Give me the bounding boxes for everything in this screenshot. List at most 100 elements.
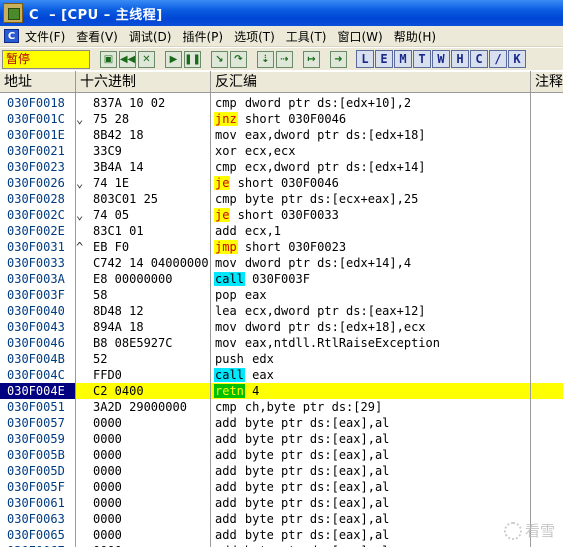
row-address[interactable]: 030F0021 [0, 143, 75, 159]
instruction-row[interactable]: 030F0018 837A 10 02 cmp dword ptr ds:[edx+… [0, 95, 563, 111]
row-comment[interactable] [532, 175, 563, 191]
row-address[interactable]: 030F0023 [0, 159, 75, 175]
row-disassembly[interactable]: add byte ptr ds:[eax],al [214, 463, 529, 479]
row-address[interactable]: 030F002C [0, 207, 75, 223]
row-hex-bytes[interactable]: EB F0 [93, 239, 211, 255]
row-hex-bytes[interactable]: 58 [93, 287, 211, 303]
row-hex-bytes[interactable]: 0000 [93, 511, 211, 527]
row-comment[interactable] [532, 159, 563, 175]
instruction-row[interactable]: 030F002E 83C1 01 add ecx,1 [0, 223, 563, 239]
row-comment[interactable] [532, 223, 563, 239]
row-comment[interactable] [532, 127, 563, 143]
row-disassembly[interactable]: add byte ptr ds:[eax],al [214, 415, 529, 431]
instruction-row[interactable]: 030F004E C2 0400 retn 4 [0, 383, 563, 399]
row-hex-bytes[interactable]: 0000 [93, 463, 211, 479]
trace-over-icon[interactable]: ⇢ [276, 50, 293, 68]
row-hex-bytes[interactable]: 0000 [93, 431, 211, 447]
menu-file[interactable]: 文件(F) [25, 28, 65, 45]
row-address[interactable]: 030F001C [0, 111, 75, 127]
row-hex-bytes[interactable]: 83C1 01 [93, 223, 211, 239]
step-into-icon[interactable]: ↘ [211, 50, 228, 68]
menu-tools[interactable]: 工具(T) [286, 28, 327, 45]
restart-icon[interactable]: ◀◀ [119, 50, 136, 68]
instruction-row[interactable]: 030F0031 ^ EB F0 jmp short 030F0023 [0, 239, 563, 255]
menu-debug[interactable]: 调试(D) [129, 28, 172, 45]
instruction-row[interactable]: 030F001C ⌄ 75 28 jnz short 030F0046 [0, 111, 563, 127]
row-comment[interactable] [532, 239, 563, 255]
instruction-row[interactable]: 030F001E 8B42 18 mov eax,dword ptr ds:[edx… [0, 127, 563, 143]
modules-window-button[interactable]: E [375, 50, 393, 68]
row-hex-bytes[interactable]: 75 28 [93, 111, 211, 127]
menu-view[interactable]: 查看(V) [76, 28, 118, 45]
row-disassembly[interactable]: mov eax,ntdll.RtlRaiseException [214, 335, 529, 351]
menu-help[interactable]: 帮助(H) [394, 28, 436, 45]
instruction-row[interactable]: 030F004C FFD0 call eax [0, 367, 563, 383]
instruction-row[interactable]: 030F0023 3B4A 14 cmp ecx,dword ptr ds:[edx… [0, 159, 563, 175]
row-comment[interactable] [532, 543, 563, 547]
step-over-icon[interactable]: ↷ [230, 50, 247, 68]
row-address[interactable]: 030F004E [0, 383, 75, 399]
instruction-row[interactable]: 030F0033 C742 14 04000000 mov dword ptr ds… [0, 255, 563, 271]
instruction-row[interactable]: 030F0051 3A2D 29000000 cmp ch,byte ptr ds:… [0, 399, 563, 415]
row-hex-bytes[interactable]: 803C01 25 [93, 191, 211, 207]
row-comment[interactable] [532, 351, 563, 367]
row-disassembly[interactable]: lea ecx,dword ptr ds:[eax+12] [214, 303, 529, 319]
row-address[interactable]: 030F003F [0, 287, 75, 303]
row-address[interactable]: 030F003A [0, 271, 75, 287]
instruction-row[interactable]: 030F004B 52 push edx [0, 351, 563, 367]
disassembly-pane[interactable]: 030F0018 837A 10 02 cmp dword ptr ds:[edx+… [0, 94, 563, 547]
threads-window-button[interactable]: T [413, 50, 431, 68]
row-address[interactable]: 030F0063 [0, 511, 75, 527]
menu-options[interactable]: 选项(T) [234, 28, 275, 45]
instruction-row[interactable]: 030F005F 0000 add byte ptr ds:[eax],al [0, 479, 563, 495]
row-hex-bytes[interactable]: 74 1E [93, 175, 211, 191]
row-hex-bytes[interactable]: 33C9 [93, 143, 211, 159]
row-disassembly[interactable]: xor ecx,ecx [214, 143, 529, 159]
row-comment[interactable] [532, 367, 563, 383]
instruction-row[interactable]: 030F0065 0000 add byte ptr ds:[eax],al [0, 527, 563, 543]
row-hex-bytes[interactable]: 0000 [93, 543, 211, 547]
row-address[interactable]: 030F005B [0, 447, 75, 463]
open-icon[interactable]: ▣ [100, 50, 117, 68]
row-hex-bytes[interactable]: C2 0400 [93, 383, 211, 399]
row-address[interactable]: 030F0046 [0, 335, 75, 351]
row-disassembly[interactable]: add byte ptr ds:[eax],al [214, 495, 529, 511]
row-comment[interactable] [532, 191, 563, 207]
instruction-row[interactable]: 030F0040 8D48 12 lea ecx,dword ptr ds:[eax… [0, 303, 563, 319]
row-address[interactable]: 030F001E [0, 127, 75, 143]
row-disassembly[interactable]: push edx [214, 351, 529, 367]
row-disassembly[interactable]: je short 030F0033 [214, 207, 529, 223]
row-disassembly[interactable]: add byte ptr ds:[eax],al [214, 447, 529, 463]
row-disassembly[interactable]: retn 4 [214, 383, 529, 399]
instruction-row[interactable]: 030F003A E8 00000000 call 030F003F [0, 271, 563, 287]
row-comment[interactable] [532, 383, 563, 399]
instruction-row[interactable]: 030F003F 58 pop eax [0, 287, 563, 303]
row-comment[interactable] [532, 111, 563, 127]
row-disassembly[interactable]: jmp short 030F0023 [214, 239, 529, 255]
row-comment[interactable] [532, 319, 563, 335]
system-menu-icon[interactable]: C [4, 29, 19, 43]
row-disassembly[interactable]: add byte ptr ds:[eax],al [214, 543, 529, 547]
row-disassembly[interactable]: cmp ecx,dword ptr ds:[edx+14] [214, 159, 529, 175]
patches-window-button[interactable]: / [489, 50, 507, 68]
row-comment[interactable] [532, 95, 563, 111]
instruction-row[interactable]: 030F005B 0000 add byte ptr ds:[eax],al [0, 447, 563, 463]
instruction-row[interactable]: 030F0021 33C9 xor ecx,ecx [0, 143, 563, 159]
row-address[interactable]: 030F0031 [0, 239, 75, 255]
memory-window-button[interactable]: M [394, 50, 412, 68]
row-comment[interactable] [532, 271, 563, 287]
row-comment[interactable] [532, 463, 563, 479]
header-hex[interactable]: 十六进制 [76, 72, 211, 93]
row-comment[interactable] [532, 207, 563, 223]
row-comment[interactable] [532, 399, 563, 415]
instruction-row[interactable]: 030F0063 0000 add byte ptr ds:[eax],al [0, 511, 563, 527]
instruction-row[interactable]: 030F0043 894A 18 mov dword ptr ds:[edx+18]… [0, 319, 563, 335]
row-comment[interactable] [532, 447, 563, 463]
row-address[interactable]: 030F0026 [0, 175, 75, 191]
row-disassembly[interactable]: call 030F003F [214, 271, 529, 287]
row-hex-bytes[interactable]: 3A2D 29000000 [93, 399, 211, 415]
go-to-icon[interactable]: ➜ [330, 50, 347, 68]
row-disassembly[interactable]: mov eax,dword ptr ds:[edx+18] [214, 127, 529, 143]
run-icon[interactable]: ▶ [165, 50, 182, 68]
row-disassembly[interactable]: cmp ch,byte ptr ds:[29] [214, 399, 529, 415]
